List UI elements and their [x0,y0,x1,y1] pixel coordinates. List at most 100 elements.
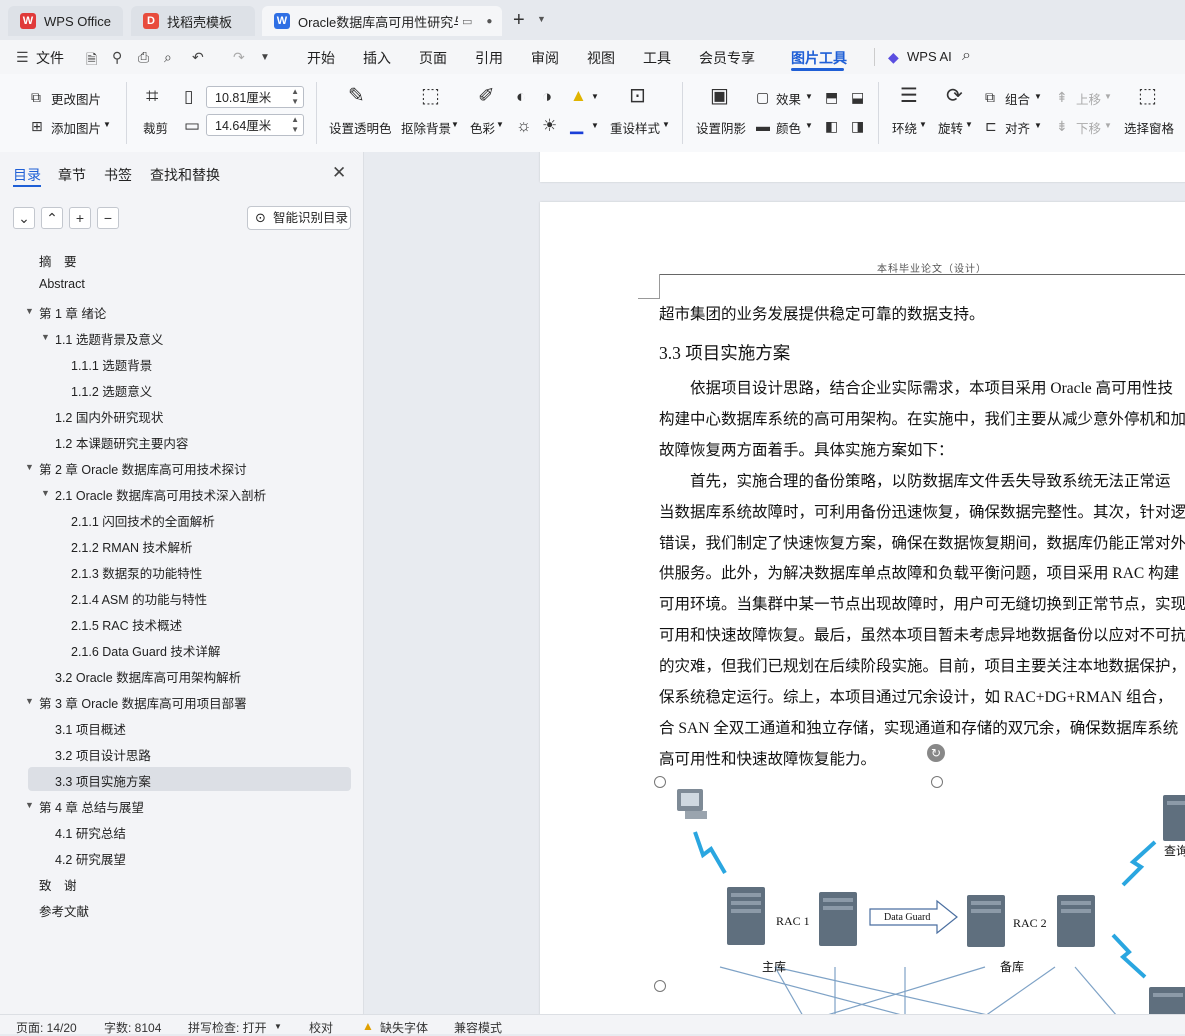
paragraph-line[interactable]: 保系统稳定运行。综上，本项目通过冗余设计，如 RAC+DG+RMAN 组合， [659,685,1173,707]
page-indicator[interactable]: 页面: 14/20 [16,1019,77,1036]
menu-review[interactable]: 审阅 [531,48,559,68]
toc-item[interactable]: 2.1.3 数据泵的功能特性 [71,563,202,582]
expand-button[interactable]: ⌃ [41,207,63,229]
toc-item[interactable]: 2.1 Oracle 数据库高可用技术深入剖析 [55,485,266,504]
chevron-down-icon[interactable]: ▼ [1034,92,1042,101]
shadow-right-icon[interactable]: ◨ [851,117,864,135]
toc-item[interactable]: 第 3 章 Oracle 数据库高可用项目部署 [39,693,247,712]
toc-item[interactable]: 4.2 研究展望 [55,849,126,868]
chevron-down-icon[interactable]: ▼ [591,121,599,130]
menu-tools[interactable]: 工具 [643,48,671,68]
toc-item[interactable]: 致 谢 [39,875,77,894]
selection-pane-button[interactable]: 选择窗格 [1124,118,1174,137]
menu-member[interactable]: 会员专享 [699,48,755,68]
chevron-down-icon[interactable]: ▼ [537,14,546,24]
unsaved-dot-icon[interactable]: ● [486,16,492,27]
new-tab-icon[interactable]: + [513,9,525,32]
paragraph-line[interactable]: 的灾难，但我们已规划在后续阶段实施。目前，项目主要关注本地数据保护， [659,654,1185,676]
group-button[interactable]: 组合 [1005,89,1030,108]
chevron-down-icon[interactable]: ▼ [496,120,504,129]
tab-docer[interactable]: D 找稻壳模板 [131,6,255,36]
undo-icon[interactable]: ↶ [192,49,204,66]
section-heading[interactable]: 3.3 项目实施方案 [659,340,790,365]
paragraph-line[interactable]: 错误，我们制定了快速恢复方案，确保在数据恢复期间，数据库仍能正常对外 [659,531,1185,553]
toc-item[interactable]: 2.1.6 Data Guard 技术详解 [71,641,220,660]
chevron-down-icon[interactable]: ▼ [805,121,813,130]
chevron-down-icon[interactable]: ▼ [103,120,111,129]
brightness-icon[interactable]: ◐ [516,88,526,106]
missing-font[interactable]: 缺失字体 [380,1019,428,1036]
toc-item[interactable]: 1.1.1 选题背景 [71,355,152,374]
toc-item[interactable]: 3.3 项目实施方案 [55,771,151,790]
toc-item[interactable]: 3.1 项目概述 [55,719,126,738]
document-canvas[interactable]: 本科毕业论文（设计） 超市集团的业务发展提供稳定可靠的数据支持。 3.3 项目实… [364,152,1185,1014]
tab-find-replace[interactable]: 查找和替换 [150,165,220,185]
width-input[interactable]: 10.81厘米 ▲ ▼ [206,86,304,108]
change-image-button[interactable]: 更改图片 [51,89,101,108]
tab-bookmarks[interactable]: 书签 [104,165,132,185]
expand-caret-icon[interactable]: ▼ [25,306,34,316]
paragraph-line[interactable]: 构建中心数据库系统的高可用架构。在实施中，我们主要从减少意外停机和加 [659,407,1185,429]
hamburger-icon[interactable]: ☰ [16,49,29,66]
stepper-icon[interactable]: ▲ ▼ [291,115,299,135]
word-count[interactable]: 字数: 8104 [104,1019,161,1036]
align-button[interactable]: 对齐 [1005,118,1030,137]
menu-file[interactable]: 文件 [36,48,64,68]
stepper-icon[interactable]: ▲ ▼ [291,87,299,107]
paragraph-line[interactable]: 故障恢复两方面着手。具体实施方案如下： [659,438,954,460]
effect-button[interactable]: 效果 [776,89,801,108]
paragraph-line[interactable]: 可用环境。当集群中某一节点出现故障时，用户可无缝切换到正常节点，实现 [659,592,1185,614]
toc-item[interactable]: 2.1.2 RMAN 技术解析 [71,537,193,556]
expand-caret-icon[interactable]: ▼ [25,696,34,706]
brightness-up-icon[interactable]: ☼ [516,117,532,135]
chevron-down-icon[interactable]: ▼ [274,1022,282,1031]
customize-chevron-icon[interactable]: ▼ [260,52,270,63]
search-icon[interactable]: ⌕ [962,47,971,65]
border-color-icon[interactable]: ▁ [570,116,583,134]
rotate-button[interactable]: 旋转 [938,118,963,137]
menu-view[interactable]: 视图 [587,48,615,68]
highlight-icon[interactable]: ▲ [570,87,587,105]
toc-item[interactable]: 4.1 研究总结 [55,823,126,842]
add-heading-button[interactable]: + [69,207,91,229]
toc-item[interactable]: 第 1 章 绪论 [39,303,106,322]
menu-reference[interactable]: 引用 [475,48,503,68]
paragraph-line[interactable]: 可用和快速故障恢复。最后，虽然本项目暂未考虑异地数据备份以应对不可抗 [659,623,1185,645]
toc-item[interactable]: 3.2 项目设计思路 [55,745,151,764]
toc-item[interactable]: 第 4 章 总结与展望 [39,797,144,816]
menu-wps-ai[interactable]: WPS AI [907,49,952,64]
contrast-icon[interactable]: ◑ [542,88,552,106]
rotate-handle-icon[interactable]: ↻ [927,744,945,762]
chevron-down-icon[interactable]: ▼ [1104,92,1112,101]
remove-heading-button[interactable]: − [97,207,119,229]
proofread-button[interactable]: 校对 [309,1019,333,1036]
tab-toc[interactable]: 目录 [13,165,41,185]
current-page[interactable]: 本科毕业论文（设计） 超市集团的业务发展提供稳定可靠的数据支持。 3.3 项目实… [540,202,1185,1014]
chevron-down-icon[interactable]: ▼ [805,92,813,101]
shadow-left-icon[interactable]: ◧ [825,117,838,135]
print-icon[interactable]: ⎙ [138,49,149,66]
spell-check[interactable]: 拼写检查: 打开 [188,1019,267,1036]
tab-wps-office[interactable]: W WPS Office [8,6,123,36]
chevron-down-icon[interactable]: ▼ [591,92,599,101]
link-icon[interactable]: ⚲ [112,49,122,66]
architecture-diagram[interactable] [655,777,1185,1014]
paragraph-line[interactable]: 超市集团的业务发展提供稳定可靠的数据支持。 [659,302,985,324]
expand-caret-icon[interactable]: ▼ [25,462,34,472]
toc-item[interactable]: 第 2 章 Oracle 数据库高可用技术探讨 [39,459,247,478]
paragraph-line[interactable]: 当数据库系统故障时，可利用备份迅速恢复，确保数据完整性。其次，针对逻 [659,500,1185,522]
toc-item[interactable]: Abstract [39,277,85,291]
menu-page[interactable]: 页面 [419,48,447,68]
toc-item[interactable]: 2.1.5 RAC 技术概述 [71,615,182,634]
close-icon[interactable]: ✕ [332,163,346,183]
toc-item[interactable]: 1.2 本课题研究主要内容 [55,433,188,452]
crop-button[interactable]: 裁剪 [143,118,168,137]
print-preview-icon[interactable]: ⌕ [164,49,172,66]
paragraph-line[interactable]: 供服务。此外，为解决数据库单点故障和负载平衡问题，项目采用 RAC 构建 [659,561,1179,583]
menu-insert[interactable]: 插入 [363,48,391,68]
toc-item[interactable]: 1.2 国内外研究现状 [55,407,163,426]
toc-item[interactable]: 3.2 Oracle 数据库高可用架构解析 [55,667,241,686]
expand-caret-icon[interactable]: ▼ [41,488,50,498]
toc-item[interactable]: 摘 要 [39,251,77,270]
chevron-down-icon[interactable]: ▼ [1034,121,1042,130]
